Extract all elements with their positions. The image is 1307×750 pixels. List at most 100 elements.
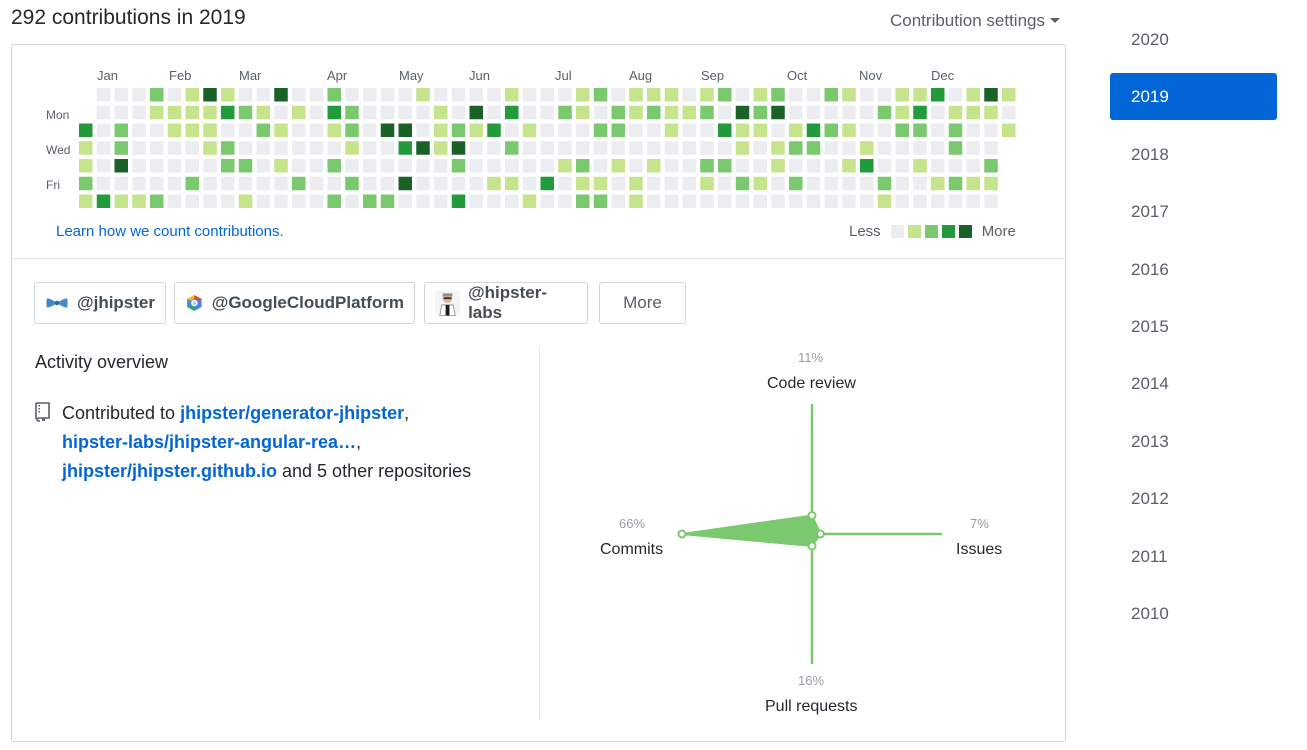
day-cell[interactable] — [789, 159, 803, 173]
day-cell[interactable] — [505, 159, 519, 173]
day-cell[interactable] — [221, 105, 235, 120]
day-cell[interactable] — [292, 88, 306, 102]
day-cell[interactable] — [664, 123, 679, 138]
day-cell[interactable] — [327, 88, 342, 102]
day-cell[interactable] — [913, 194, 927, 209]
day-cell[interactable] — [150, 141, 164, 155]
day-cell[interactable] — [434, 88, 448, 102]
day-cell[interactable] — [718, 194, 732, 209]
day-cell[interactable] — [451, 123, 466, 138]
day-cell[interactable] — [238, 159, 253, 173]
day-cell[interactable] — [505, 88, 519, 102]
day-cell[interactable] — [948, 176, 963, 191]
day-cell[interactable] — [948, 88, 963, 102]
day-cell[interactable] — [167, 105, 182, 120]
day-cell[interactable] — [558, 141, 572, 155]
day-cell[interactable] — [753, 159, 768, 173]
day-cell[interactable] — [877, 176, 892, 191]
day-cell[interactable] — [167, 176, 182, 191]
day-cell[interactable] — [771, 194, 785, 209]
day-cell[interactable] — [1002, 88, 1016, 102]
day-cell[interactable] — [842, 123, 856, 138]
day-cell[interactable] — [629, 105, 643, 120]
day-cell[interactable] — [238, 123, 253, 138]
day-cell[interactable] — [114, 141, 129, 155]
day-cell[interactable] — [487, 176, 501, 191]
day-cell[interactable] — [327, 194, 342, 209]
day-cell[interactable] — [860, 88, 874, 102]
day-cell[interactable] — [682, 105, 697, 120]
day-cell[interactable] — [629, 176, 643, 191]
day-cell[interactable] — [505, 141, 519, 155]
org-filter-jhipster[interactable]: @jhipster — [34, 282, 166, 324]
day-cell[interactable] — [185, 123, 200, 138]
day-cell[interactable] — [789, 176, 803, 191]
day-cell[interactable] — [167, 141, 182, 155]
day-cell[interactable] — [806, 194, 821, 209]
day-cell[interactable] — [540, 176, 555, 191]
day-cell[interactable] — [487, 141, 501, 155]
day-cell[interactable] — [913, 176, 927, 191]
day-cell[interactable] — [629, 123, 643, 138]
day-cell[interactable] — [735, 88, 750, 102]
day-cell[interactable] — [913, 141, 927, 155]
day-cell[interactable] — [167, 159, 182, 173]
day-cell[interactable] — [132, 105, 146, 120]
day-cell[interactable] — [948, 159, 963, 173]
day-cell[interactable] — [948, 141, 963, 155]
day-cell[interactable] — [558, 159, 572, 173]
day-cell[interactable] — [327, 105, 342, 120]
day-cell[interactable] — [434, 159, 448, 173]
day-cell[interactable] — [682, 176, 697, 191]
day-cell[interactable] — [877, 159, 892, 173]
day-cell[interactable] — [860, 141, 874, 155]
day-cell[interactable] — [913, 123, 927, 138]
day-cell[interactable] — [877, 88, 892, 102]
day-cell[interactable] — [576, 176, 590, 191]
day-cell[interactable] — [238, 194, 253, 209]
year-link-2016[interactable]: 2016 — [1110, 246, 1277, 293]
day-cell[interactable] — [132, 123, 146, 138]
day-cell[interactable] — [79, 141, 93, 155]
day-cell[interactable] — [753, 176, 768, 191]
day-cell[interactable] — [842, 176, 856, 191]
day-cell[interactable] — [647, 105, 661, 120]
day-cell[interactable] — [416, 123, 430, 138]
day-cell[interactable] — [132, 194, 146, 209]
day-cell[interactable] — [735, 176, 750, 191]
year-link-2018[interactable]: 2018 — [1110, 131, 1277, 178]
day-cell[interactable] — [647, 176, 661, 191]
day-cell[interactable] — [309, 159, 324, 173]
day-cell[interactable] — [416, 105, 430, 120]
day-cell[interactable] — [647, 141, 661, 155]
day-cell[interactable] — [860, 176, 874, 191]
day-cell[interactable] — [203, 88, 217, 102]
day-cell[interactable] — [966, 159, 981, 173]
day-cell[interactable] — [611, 123, 626, 138]
day-cell[interactable] — [150, 105, 164, 120]
day-cell[interactable] — [664, 105, 679, 120]
day-cell[interactable] — [718, 159, 732, 173]
day-cell[interactable] — [79, 159, 93, 173]
day-cell[interactable] — [451, 176, 466, 191]
day-cell[interactable] — [150, 159, 164, 173]
day-cell[interactable] — [221, 88, 235, 102]
day-cell[interactable] — [363, 194, 377, 209]
day-cell[interactable] — [96, 194, 111, 209]
day-cell[interactable] — [327, 123, 342, 138]
day-cell[interactable] — [842, 141, 856, 155]
day-cell[interactable] — [771, 176, 785, 191]
day-cell[interactable] — [913, 105, 927, 120]
day-cell[interactable] — [700, 194, 714, 209]
day-cell[interactable] — [469, 88, 484, 102]
day-cell[interactable] — [664, 141, 679, 155]
day-cell[interactable] — [629, 194, 643, 209]
day-cell[interactable] — [700, 123, 714, 138]
day-cell[interactable] — [576, 88, 590, 102]
day-cell[interactable] — [931, 194, 945, 209]
day-cell[interactable] — [611, 141, 626, 155]
day-cell[interactable] — [256, 159, 271, 173]
day-cell[interactable] — [114, 159, 129, 173]
contribution-settings-button[interactable]: Contribution settings — [890, 11, 1060, 31]
year-link-2013[interactable]: 2013 — [1110, 418, 1277, 465]
